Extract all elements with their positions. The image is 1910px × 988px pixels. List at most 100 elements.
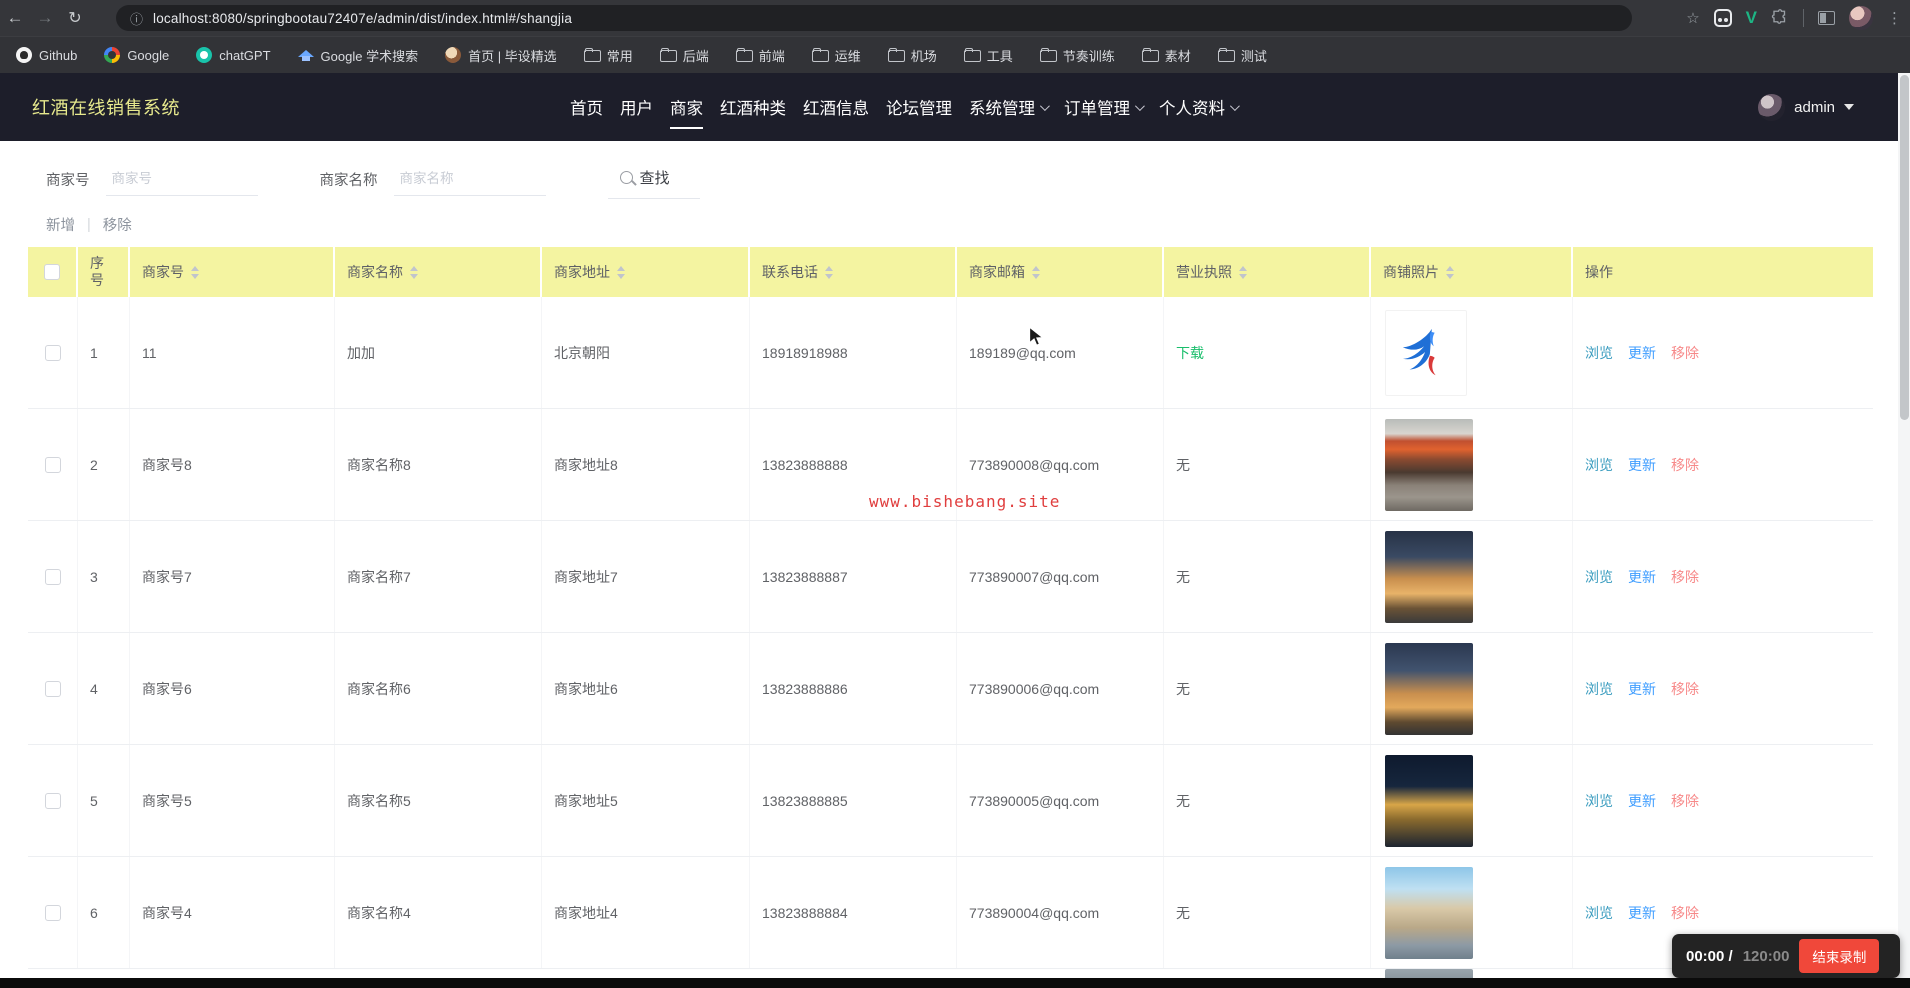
v-extension-icon[interactable]: V [1746,8,1757,28]
nav-item-users[interactable]: 用户 [620,89,653,125]
address-bar[interactable]: ⓘ localhost:8080/springbootau72407e/admi… [116,5,1632,31]
scrollbar-thumb[interactable] [1899,75,1909,420]
nav-item-home[interactable]: 首页 [570,89,603,125]
bookmark-star-icon[interactable]: ☆ [1686,9,1699,27]
chevron-down-icon [1039,100,1050,111]
bookmark-folder-sucai[interactable]: 素材 [1141,46,1191,65]
sort-icon[interactable] [1239,265,1247,279]
sort-icon[interactable] [825,265,833,279]
forward-icon[interactable]: → [30,8,60,28]
header-merchant-code[interactable]: 商家号 [130,247,335,297]
view-link[interactable]: 浏览 [1585,567,1613,587]
view-link[interactable]: 浏览 [1585,791,1613,811]
bookmark-folder-qianduan[interactable]: 前端 [735,46,785,65]
nav-item-orders[interactable]: 订单管理 [1064,89,1145,125]
remove-link[interactable]: 移除 [1671,791,1699,811]
update-link[interactable]: 更新 [1628,679,1656,699]
mouse-cursor [1028,326,1045,347]
search-button[interactable]: 查找 [607,159,700,199]
update-link[interactable]: 更新 [1628,343,1656,363]
merchant-code-label: 商家号 [46,172,90,189]
recording-total-time: 120:00 [1742,947,1790,965]
reload-icon[interactable]: ↻ [60,8,90,28]
license-download-link[interactable]: 下载 [1176,343,1204,363]
cell-no: 6 [78,857,130,968]
extensions-icon[interactable] [1771,9,1789,27]
sort-icon[interactable] [410,265,418,279]
nav-item-forum[interactable]: 论坛管理 [886,89,952,125]
bookmark-chatgpt[interactable]: chatGPT [196,47,271,63]
header-shop-photo[interactable]: 商铺照片 [1371,247,1573,297]
sort-icon[interactable] [1032,265,1040,279]
nav-item-wine-types[interactable]: 红酒种类 [720,89,786,125]
nav-item-system[interactable]: 系统管理 [969,89,1050,125]
nav-item-profile[interactable]: 个人资料 [1159,89,1240,125]
bottom-edge-bar [0,978,1910,988]
remove-link[interactable]: 移除 [1671,679,1699,699]
remove-link[interactable]: 移除 [1671,903,1699,923]
sort-icon[interactable] [1446,265,1454,279]
cell-merchant-code: 商家号6 [130,633,335,744]
row-checkbox[interactable] [44,344,61,361]
bookmark-folder-jichang[interactable]: 机场 [887,46,937,65]
sidebar-toggle-icon[interactable] [1818,11,1835,25]
header-merchant-address[interactable]: 商家地址 [542,247,750,297]
bookmark-bishe[interactable]: 首页 | 毕设精选 [445,46,557,65]
update-link[interactable]: 更新 [1628,455,1656,475]
bookmark-google[interactable]: Google [104,47,169,63]
row-checkbox[interactable] [44,904,61,921]
table-row: 3 商家号7 商家名称7 商家地址7 13823888887 773890007… [28,521,1873,633]
merchant-name-label: 商家名称 [319,172,378,189]
sort-icon[interactable] [617,265,625,279]
page-scrollbar[interactable] [1898,73,1910,978]
bookmark-folder-houduan[interactable]: 后端 [659,46,709,65]
view-link[interactable]: 浏览 [1585,455,1613,475]
sort-icon[interactable] [191,265,199,279]
browser-profile-avatar[interactable] [1849,6,1873,30]
add-button[interactable]: 新增 [46,214,75,235]
header-merchant-name[interactable]: 商家名称 [335,247,542,297]
browser-toolbar: ← → ↻ ⓘ localhost:8080/springbootau72407… [0,0,1910,36]
remove-link[interactable]: 移除 [1671,343,1699,363]
bookmark-github[interactable]: Github [16,47,77,63]
nav-item-merchants[interactable]: 商家 [670,89,703,129]
row-checkbox[interactable] [44,568,61,585]
nav-item-wine-info[interactable]: 红酒信息 [803,89,869,125]
header-contact-phone[interactable]: 联系电话 [750,247,957,297]
cell-contact-phone: 13823888885 [750,745,957,856]
view-link[interactable]: 浏览 [1585,903,1613,923]
bookmark-folder-changyong[interactable]: 常用 [583,46,633,65]
row-checkbox[interactable] [44,792,61,809]
remove-link[interactable]: 移除 [1671,567,1699,587]
cell-contact-phone: 13823888884 [750,857,957,968]
header-business-license[interactable]: 营业执照 [1164,247,1371,297]
bookmark-folder-jiezou[interactable]: 节奏训练 [1039,46,1115,65]
update-link[interactable]: 更新 [1628,903,1656,923]
back-icon[interactable]: ← [0,8,30,28]
remove-button[interactable]: 移除 [103,214,132,235]
row-checkbox[interactable] [44,456,61,473]
bookmark-folder-gongju[interactable]: 工具 [963,46,1013,65]
view-link[interactable]: 浏览 [1585,679,1613,699]
user-menu[interactable]: admin [1758,73,1854,141]
remove-link[interactable]: 移除 [1671,455,1699,475]
row-checkbox[interactable] [44,680,61,697]
bookmark-folder-yunwei[interactable]: 运维 [811,46,861,65]
update-link[interactable]: 更新 [1628,567,1656,587]
cell-contact-phone: 18918918988 [750,297,957,408]
select-all-checkbox[interactable] [44,264,60,280]
view-link[interactable]: 浏览 [1585,343,1613,363]
browser-menu-icon[interactable]: ⋮ [1887,9,1902,27]
stop-recording-button[interactable]: 结束录制 [1799,939,1880,973]
bird-logo [1402,328,1436,375]
bookmark-scholar[interactable]: Google 学术搜索 [297,46,418,65]
update-link[interactable]: 更新 [1628,791,1656,811]
merchant-name-input[interactable] [393,162,546,196]
header-merchant-email[interactable]: 商家邮箱 [957,247,1164,297]
bookmark-folder-ceshi[interactable]: 测试 [1217,46,1267,65]
chatgpt-icon [196,47,213,63]
merchant-code-input[interactable] [105,162,258,196]
site-info-icon[interactable]: ⓘ [130,9,143,28]
recorder-extension-icon[interactable] [1713,9,1732,27]
cell-no: 3 [78,521,130,632]
